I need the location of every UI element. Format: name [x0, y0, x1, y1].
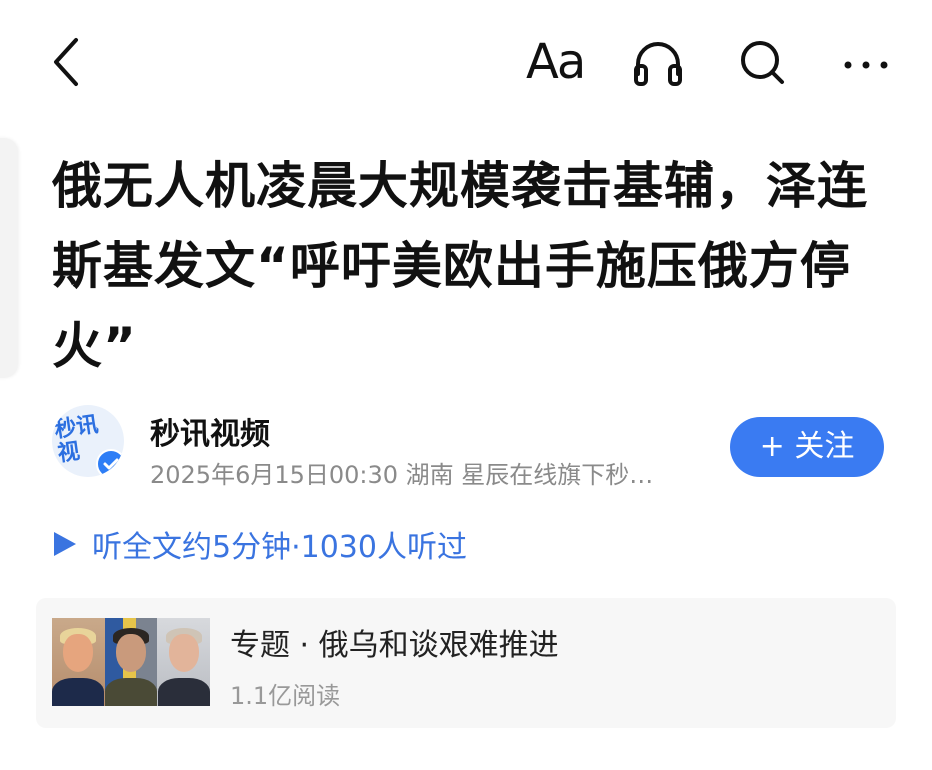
topic-card[interactable]: 专题 · 俄乌和谈艰难推进 1.1亿阅读: [36, 598, 896, 728]
portrait-1: [52, 618, 105, 706]
back-arrow-icon: [54, 38, 78, 86]
author-meta: 2025年6月15日00:30 湖南 星辰在线旗下秒…: [150, 461, 654, 489]
listen-label: 听全文约5分钟·1030人听过: [92, 530, 467, 565]
article-title: 俄无人机凌晨大规模袭击基辅，泽连斯基发文“呼吁美欧出手施压俄方停火”: [52, 157, 868, 375]
portrait-2: [104, 618, 158, 706]
follow-button[interactable]: + 关注: [730, 417, 884, 477]
portrait-3: [157, 618, 210, 706]
search-button[interactable]: [734, 36, 790, 90]
more-options-button[interactable]: [836, 40, 896, 90]
author-name[interactable]: 秒讯视频: [150, 409, 270, 453]
edge-pull-tab[interactable]: [0, 138, 18, 378]
search-icon: [741, 41, 784, 84]
verified-icon: [96, 449, 124, 477]
back-button[interactable]: [44, 32, 94, 92]
headphones-icon: [634, 42, 682, 86]
listen-button[interactable]: [630, 36, 686, 90]
topic-read-count: 1.1亿阅读: [230, 682, 341, 710]
author-avatar[interactable]: 秒讯视: [52, 405, 124, 477]
author-row: 秒讯视 秒讯视频 2025年6月15日00:30 湖南 星辰在线旗下秒… + 关…: [52, 405, 892, 495]
top-toolbar: Aa: [0, 0, 932, 130]
play-icon: [54, 532, 76, 556]
topic-thumbnail: [52, 618, 210, 706]
topic-title: 专题 · 俄乌和谈艰难推进: [230, 628, 559, 663]
font-size-button[interactable]: Aa: [526, 34, 586, 90]
more-icon: [844, 61, 888, 69]
